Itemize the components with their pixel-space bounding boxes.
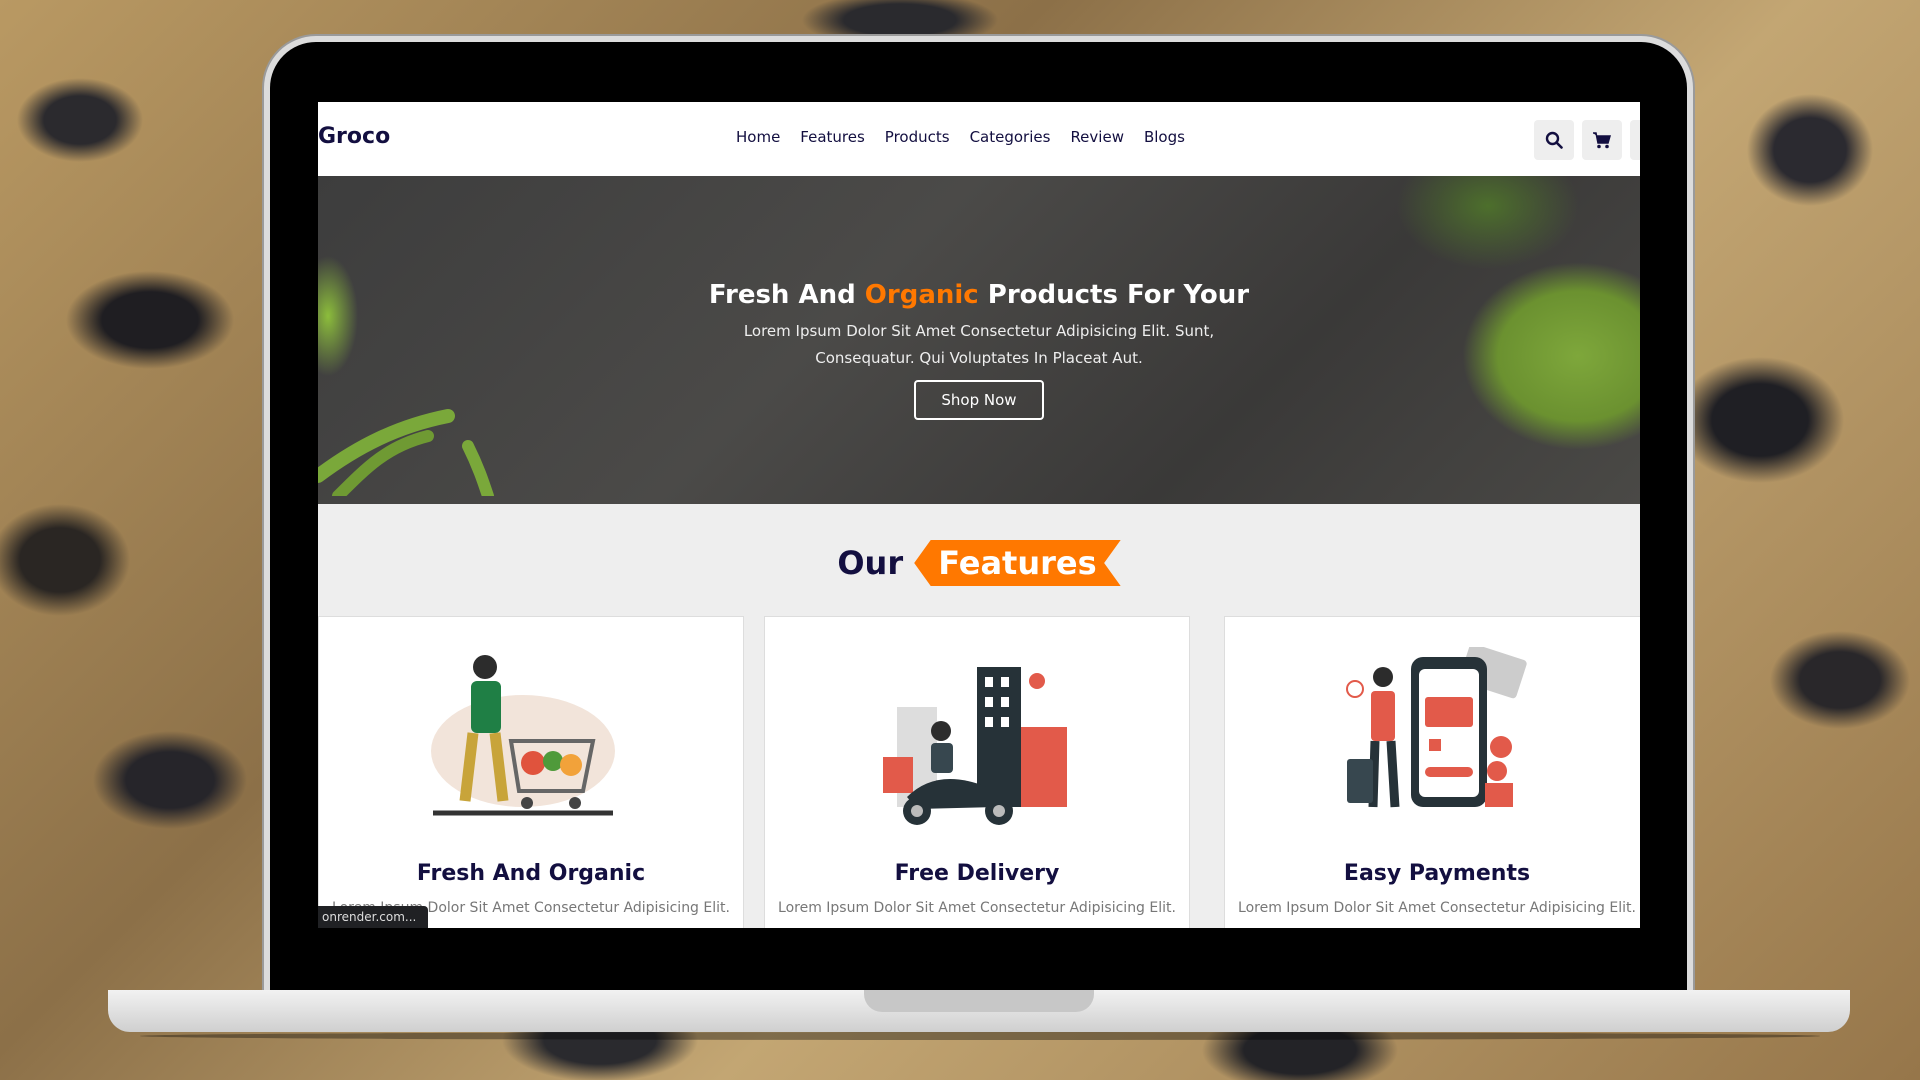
feature-card-title: Fresh And Organic xyxy=(416,861,646,886)
feature-card-title: Free Delivery xyxy=(894,861,1060,886)
search-button[interactable] xyxy=(1534,120,1574,160)
site-logo[interactable]: Groco xyxy=(318,124,390,149)
navbar: Groco Home Features Products Categories … xyxy=(318,102,1640,176)
hero-title-end: Products For Your xyxy=(978,280,1250,310)
browser-viewport: Groco Home Features Products Categories … xyxy=(318,102,1640,928)
feature-card-title: Easy Payments xyxy=(1343,861,1531,886)
nav-link-products[interactable]: Products xyxy=(885,128,950,146)
hero-title-start: Fresh And xyxy=(708,280,865,310)
feature-card-text: Lorem Ipsum Dolor Sit Amet Consectetur A… xyxy=(778,900,1176,916)
features-heading-plain: Our xyxy=(837,544,904,582)
hero-text: Lorem Ipsum Dolor Sit Amet Consectetur A… xyxy=(743,322,1215,367)
nav-link-categories[interactable]: Categories xyxy=(970,128,1051,146)
features-heading: Our Features xyxy=(318,540,1640,586)
feature-card-delivery: Free Delivery Lorem Ipsum Dolor Sit Amet… xyxy=(764,616,1190,928)
mobile-payment-illustration xyxy=(1346,647,1527,808)
hero-title-accent: Organic xyxy=(864,280,979,310)
hero-banner: Fresh And Organic Products For Your Lore… xyxy=(318,176,1640,504)
hero-title: Fresh And Organic Products For Your xyxy=(318,280,1640,310)
nav-link-home[interactable]: Home xyxy=(736,128,780,146)
nav-link-blogs[interactable]: Blogs xyxy=(1144,128,1185,146)
laptop-notch xyxy=(864,990,1094,1012)
shopping-cart-illustration xyxy=(431,655,615,816)
cart-button[interactable] xyxy=(1582,120,1622,160)
feature-card-fresh: Fresh And Organic Lorem Ipsum Dolor Sit … xyxy=(318,616,744,928)
cart-icon xyxy=(1593,132,1611,149)
nav-link-features[interactable]: Features xyxy=(800,128,865,146)
delivery-scooter-illustration xyxy=(883,667,1067,825)
nav-icons xyxy=(1534,120,1640,160)
feature-card-payments: Easy Payments Lorem Ipsum Dolor Sit Amet… xyxy=(1224,616,1640,928)
green-beans-image xyxy=(318,409,494,496)
features-heading-accent: Features xyxy=(914,540,1121,586)
user-button[interactable] xyxy=(1630,120,1640,160)
feature-card-text: Lorem Ipsum Dolor Sit Amet Consectetur A… xyxy=(1238,900,1636,916)
nav-links: Home Features Products Categories Review… xyxy=(736,128,1185,146)
nav-link-review[interactable]: Review xyxy=(1070,128,1124,146)
link-status-tooltip: onrender.com... xyxy=(318,906,428,928)
laptop-shadow xyxy=(140,1032,1820,1040)
search-icon xyxy=(1545,131,1563,149)
shop-now-button[interactable]: Shop Now xyxy=(914,380,1044,420)
